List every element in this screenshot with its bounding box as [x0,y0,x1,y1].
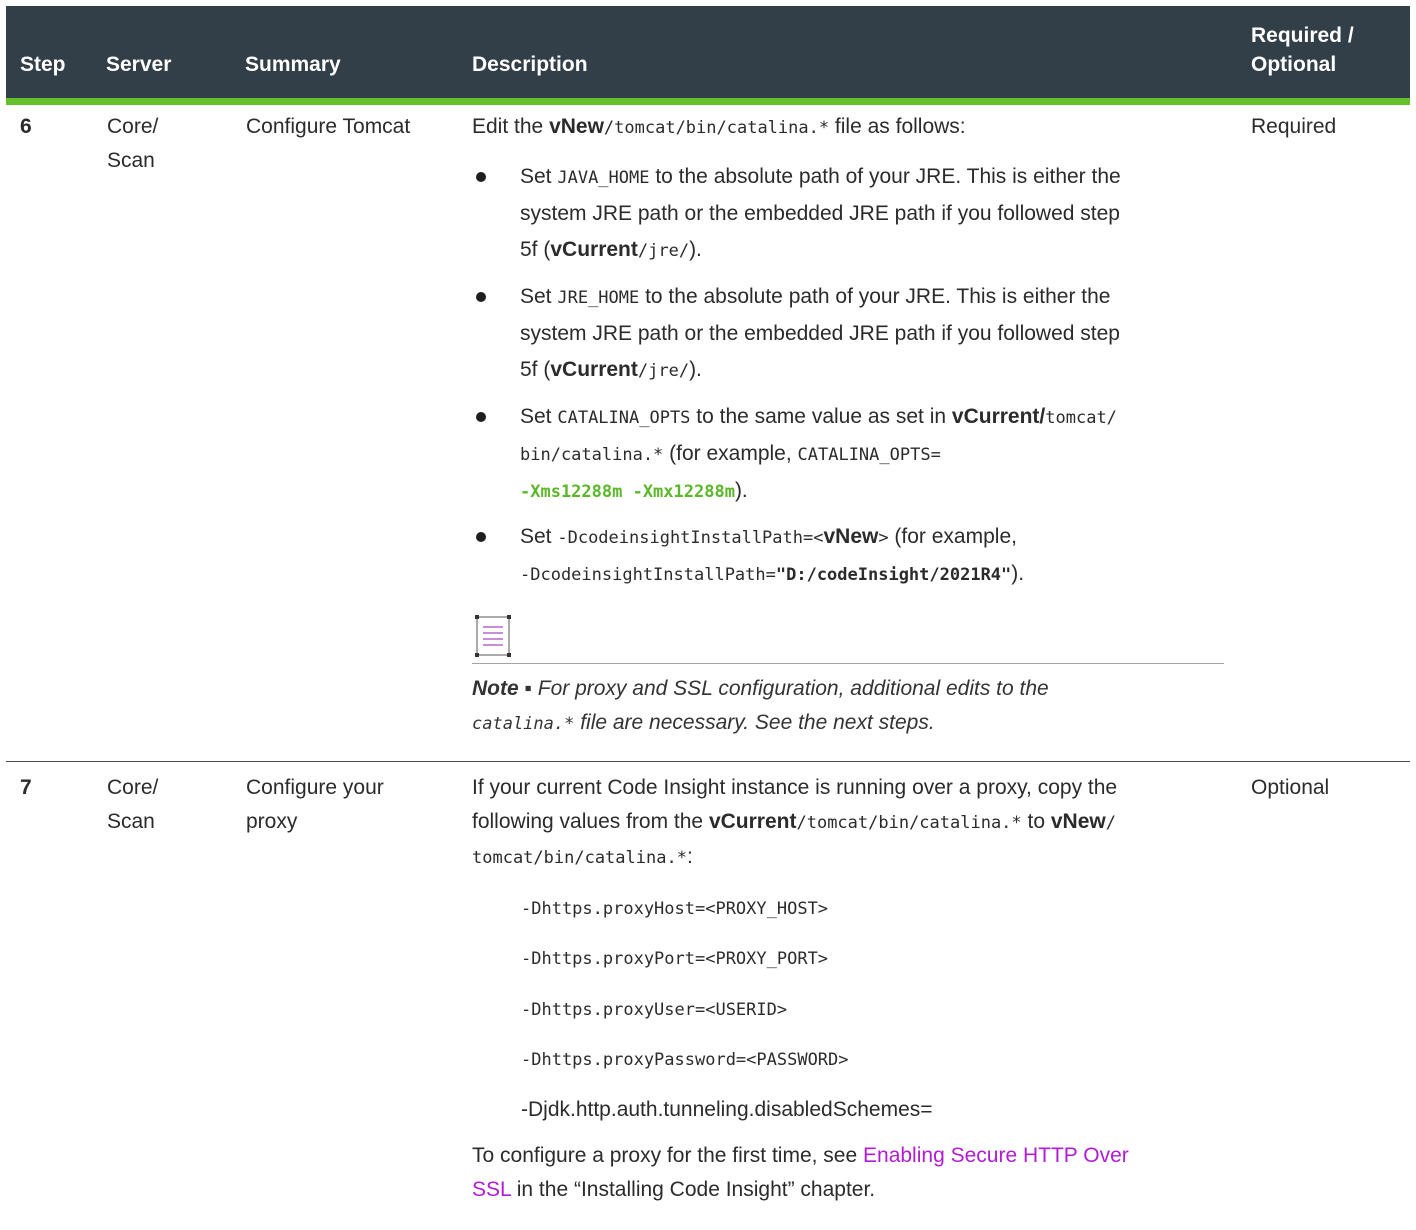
link-ssl[interactable]: SSL [472,1178,511,1201]
description-outro: To configure a proxy for the first time,… [472,1144,1129,1201]
code-line: -Dhttps.proxyPort=<PROXY_PORT> [521,949,829,969]
note-divider [472,663,1224,664]
server-cell-line1: Core/ [107,776,159,799]
summary-cell: Configure Tomcat [246,115,411,138]
header-accent-rule [6,98,1410,105]
code-line: -Dhttps.proxyUser=<USERID> [521,1000,788,1020]
table-header: Step Server Summary Description Required… [6,6,1410,98]
link-enabling-secure-http[interactable]: Enabling Secure HTTP Over [863,1144,1129,1167]
step-number: 6 [20,115,32,138]
header-step: Step [20,53,66,76]
note-text: Note ▪ For proxy and SSL configuration, … [472,677,1049,734]
description-intro: Edit the vNew/tomcat/bin/catalina.* file… [472,115,966,138]
required-cell: Optional [1251,776,1330,799]
header-required-line1: Required / [1251,24,1354,47]
description-intro: If your current Code Insight instance is… [472,776,1118,868]
bullet-jre-home: Set JRE_HOME to the absolute path of you… [520,285,1120,381]
note-icon [475,615,511,657]
code-line: -Dhttps.proxyPassword=<PASSWORD> [521,1050,849,1070]
row-divider [6,761,1410,762]
header-description: Description [472,53,588,76]
server-cell-line2: Scan [107,810,155,833]
step-number: 7 [20,776,32,799]
code-line-plain: -Djdk.http.auth.tunneling.disabledScheme… [521,1098,933,1121]
bullet-dot [476,412,486,422]
bullet-catalina-opts: Set CATALINA_OPTS to the same value as s… [520,405,1117,502]
bullet-install-path: Set -DcodeinsightInstallPath=<vNew> (for… [520,525,1025,585]
header-required-line2: Optional [1251,53,1337,76]
bullet-dot [476,292,486,302]
bullet-dot [476,172,486,182]
required-cell: Required [1251,115,1337,138]
bullet-java-home: Set JAVA_HOME to the absolute path of yo… [520,165,1121,261]
bullet-dot [476,532,486,542]
code-line: -Dhttps.proxyHost=<PROXY_HOST> [521,899,829,919]
summary-cell-line1: Configure your [246,776,384,799]
server-cell-line1: Core/ [107,115,159,138]
header-summary: Summary [245,53,341,76]
server-cell-line2: Scan [107,149,155,172]
summary-cell-line2: proxy [246,810,298,833]
header-server: Server [106,53,172,76]
